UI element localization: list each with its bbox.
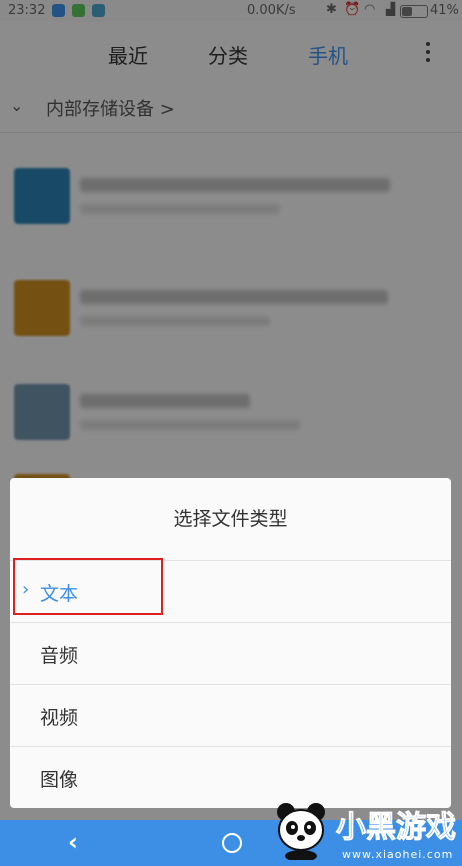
option-text[interactable]: › 文本 [10, 560, 451, 623]
watermark-brand: 小黑游戏 [336, 810, 457, 846]
home-icon[interactable] [222, 833, 242, 853]
option-label: 视频 [40, 707, 79, 729]
back-icon[interactable]: ‹ [68, 828, 78, 856]
dialog-title: 选择文件类型 [173, 508, 288, 530]
chevron-right-icon: › [22, 579, 30, 600]
watermark-logo: 小黑游戏 www.xiaohei.com [268, 796, 462, 866]
file-type-dialog: 选择文件类型 › 文本 音频 视频 图像 [10, 478, 451, 808]
watermark-url: www.xiaohei.com [342, 848, 454, 861]
option-label: 文本 [40, 583, 79, 605]
option-video[interactable]: 视频 [10, 684, 451, 747]
option-audio[interactable]: 音频 [10, 622, 451, 685]
option-label: 音频 [40, 645, 79, 667]
panda-logo-icon [277, 803, 325, 860]
option-label: 图像 [40, 769, 79, 791]
